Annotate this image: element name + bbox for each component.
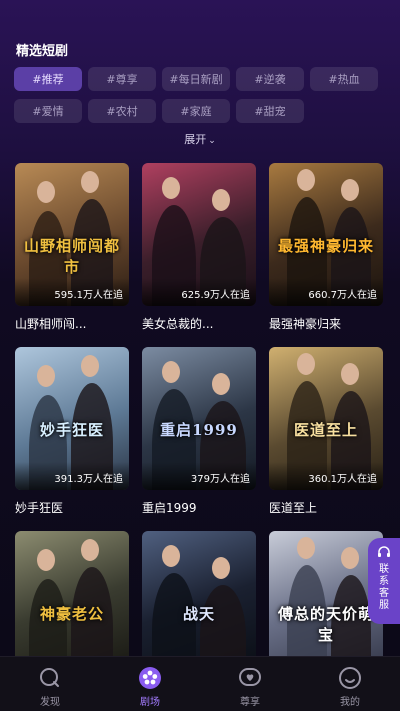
poster-title-art: 战天 <box>182 605 215 623</box>
drama-title: 最强神豪归来 <box>269 317 342 331</box>
poster-figure-head <box>37 549 55 571</box>
drama-poster: 山野相师闯都市 595.1万人在追 <box>15 163 129 306</box>
expand-label: 展开 <box>184 133 207 146</box>
drama-poster: 重启1999 379万人在追 <box>142 347 256 490</box>
tag-romance[interactable]: #爱情 <box>14 99 82 123</box>
poster-figure-head <box>37 365 55 387</box>
poster-figure-head <box>162 545 180 567</box>
view-count: 391.3万人在追 <box>54 474 123 485</box>
poster-title-art: 最强神豪归来 <box>277 237 374 255</box>
view-count: 360.1万人在追 <box>308 474 377 485</box>
tag-exclusive[interactable]: #尊享 <box>88 67 156 91</box>
drama-card[interactable]: 战天 <box>142 531 256 659</box>
drama-card[interactable]: 神豪老公 <box>15 531 129 659</box>
tab-mine-label: 我的 <box>340 697 360 708</box>
poster-title-art: 山野相师闯都市 <box>23 237 120 276</box>
drama-card[interactable]: 重启1999 379万人在追 重启1999 <box>142 347 256 530</box>
drama-poster: 医道至上 360.1万人在追 <box>269 347 383 490</box>
bottom-tab-bar: 发现 剧场 尊享 我的 <box>0 656 400 711</box>
expand-button[interactable]: 展开 ⌄ <box>0 131 400 147</box>
tag-passion[interactable]: #热血 <box>310 67 378 91</box>
tab-discover-label: 发现 <box>40 697 60 708</box>
poster-figure-head <box>341 547 359 569</box>
tab-theater[interactable]: 剧场 <box>100 657 200 711</box>
view-count: 625.9万人在追 <box>181 290 250 301</box>
drama-title: 重启1999 <box>142 501 197 515</box>
tag-family[interactable]: #家庭 <box>162 99 230 123</box>
headset-icon <box>378 546 390 557</box>
view-count: 660.7万人在追 <box>308 290 377 301</box>
view-count: 595.1万人在追 <box>54 290 123 301</box>
tab-exclusive[interactable]: 尊享 <box>200 657 300 711</box>
poster-title-art: 重启1999 <box>160 421 238 439</box>
drama-title: 山野相师闯... <box>15 317 87 331</box>
drama-title: 妙手狂医 <box>15 501 64 515</box>
poster-title-art: 医道至上 <box>293 421 358 439</box>
drama-poster: 神豪老公 <box>15 531 129 659</box>
theater-icon <box>139 667 161 689</box>
view-count: 379万人在追 <box>190 474 250 485</box>
poster-figure-head <box>81 171 99 193</box>
poster-figure-head <box>81 539 99 561</box>
tab-discover[interactable]: 发现 <box>0 657 100 711</box>
drama-title: 美女总裁的... <box>142 317 214 331</box>
discover-icon <box>40 668 59 687</box>
tag-list: #推荐 #尊享 #每日新剧 #逆袭 #热血 #爱情 #农村 #家庭 #甜宠 <box>14 67 386 123</box>
drama-card[interactable]: 625.9万人在追美女总裁的... <box>142 163 256 346</box>
customer-service-button[interactable]: 联系客服 <box>368 538 400 624</box>
tag-sweet[interactable]: #甜宠 <box>236 99 304 123</box>
poster-figure-head <box>212 373 230 395</box>
poster-figure-head <box>37 181 55 203</box>
poster-figure-head <box>297 537 315 559</box>
drama-poster: 战天 <box>142 531 256 659</box>
poster-figure-head <box>297 353 315 375</box>
drama-card[interactable]: 医道至上 360.1万人在追 医道至上 <box>269 347 383 530</box>
tag-rural[interactable]: #农村 <box>88 99 156 123</box>
customer-service-label: 联系客服 <box>379 564 389 611</box>
tab-theater-label: 剧场 <box>140 697 160 708</box>
heart-bubble-icon <box>239 668 261 686</box>
poster-figure-head <box>341 179 359 201</box>
tab-exclusive-label: 尊享 <box>240 697 260 708</box>
drama-card[interactable]: 傅总的天价萌宝 <box>269 531 383 659</box>
drama-poster: 妙手狂医 391.3万人在追 <box>15 347 129 490</box>
poster-title-art: 傅总的天价萌宝 <box>277 605 374 644</box>
poster-figure-head <box>341 363 359 385</box>
drama-card[interactable]: 山野相师闯都市 595.1万人在追山野相师闯... <box>15 163 129 346</box>
poster-title-art: 妙手狂医 <box>39 421 104 439</box>
tag-recommend[interactable]: #推荐 <box>14 67 82 91</box>
poster-figure-head <box>212 189 230 211</box>
drama-poster: 最强神豪归来 660.7万人在追 <box>269 163 383 306</box>
drama-card[interactable]: 妙手狂医 391.3万人在追 妙手狂医 <box>15 347 129 530</box>
drama-poster: 625.9万人在追 <box>142 163 256 306</box>
tag-comeback[interactable]: #逆袭 <box>236 67 304 91</box>
drama-title: 医道至上 <box>269 501 318 515</box>
drama-poster: 傅总的天价萌宝 <box>269 531 383 659</box>
section-title: 精选短剧 <box>16 44 69 59</box>
poster-figure-head <box>212 557 230 579</box>
profile-icon <box>339 667 361 689</box>
poster-figure-head <box>162 177 180 199</box>
tag-daily-new[interactable]: #每日新剧 <box>162 67 230 91</box>
drama-card[interactable]: 最强神豪归来 660.7万人在追 最强神豪归来 <box>269 163 383 346</box>
poster-figure-head <box>81 355 99 377</box>
chevron-down-icon: ⌄ <box>208 136 216 146</box>
tab-mine[interactable]: 我的 <box>300 657 400 711</box>
poster-figure-head <box>162 361 180 383</box>
poster-title-art: 神豪老公 <box>39 605 104 623</box>
poster-figure-head <box>297 169 315 191</box>
drama-grid: 山野相师闯都市 595.1万人在追山野相师闯... 625.9万人在追美女总裁的..… <box>15 163 383 659</box>
